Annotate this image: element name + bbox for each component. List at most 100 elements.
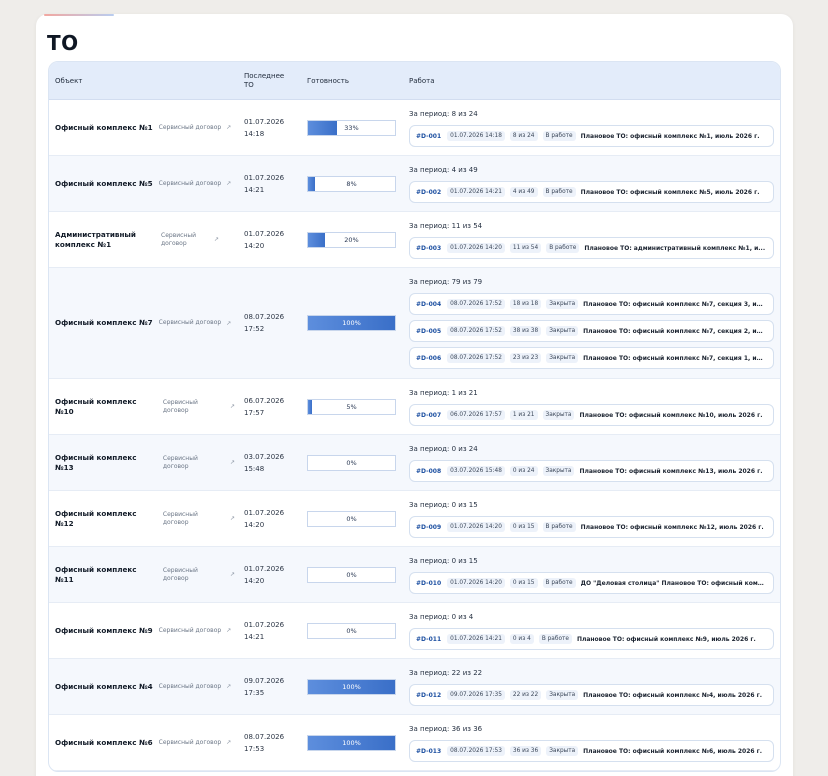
table-row[interactable]: Офисный комплекс №7 Сервисный договор ↗ 08.… <box>49 268 780 379</box>
contract-link[interactable]: Сервисный договор <box>159 319 222 327</box>
ticket-id[interactable]: #D-008 <box>416 468 441 475</box>
ticket-id[interactable]: #D-007 <box>416 412 441 419</box>
ticket-item[interactable]: #D-013 08.07.2026 17:53 36 из 36 Закрыта Пла… <box>409 740 774 762</box>
header-work[interactable]: Работа <box>409 62 434 100</box>
ticket-id[interactable]: #D-011 <box>416 636 441 643</box>
table-row[interactable]: Административный комплекс №1 Сервисный до… <box>49 212 780 268</box>
to-card: ТО Объект Последнее ТО Готовность Работа… <box>36 14 793 776</box>
ticket-id[interactable]: #D-013 <box>416 748 441 755</box>
external-link-icon[interactable]: ↗ <box>226 739 231 746</box>
contract-link[interactable]: Сервисный договор <box>163 399 225 415</box>
ticket-count: 1 из 21 <box>509 410 538 420</box>
object-name[interactable]: Офисный комплекс №11 <box>55 565 157 585</box>
ticket-item[interactable]: #D-010 01.07.2026 14:20 0 из 15 В работе ДО … <box>409 572 774 594</box>
contract-link[interactable]: Сервисный договор <box>159 739 222 747</box>
header-readiness[interactable]: Готовность <box>307 62 349 100</box>
ticket-title: Плановое ТО: офисный комплекс №5, июль 2… <box>580 188 760 196</box>
table-row[interactable]: Офисный комплекс №10 Сервисный договор ↗ 06… <box>49 379 780 435</box>
table-row[interactable]: Офисный комплекс №13 Сервисный договор ↗ 03… <box>49 435 780 491</box>
table-row[interactable]: Офисный комплекс №1 Сервисный договор ↗ 01.… <box>49 100 780 156</box>
object-cell: Офисный комплекс №6 Сервисный договор ↗ <box>55 715 235 770</box>
last-to-time: 17:53 <box>244 744 265 753</box>
ticket-item[interactable]: #D-009 01.07.2026 14:20 0 из 15 В работе Пла… <box>409 516 774 538</box>
external-link-icon[interactable]: ↗ <box>226 180 231 187</box>
external-link-icon[interactable]: ↗ <box>226 627 231 634</box>
last-to-date: 06.07.2026 <box>244 396 285 405</box>
ticket-count: 18 из 18 <box>509 299 542 309</box>
ticket-item[interactable]: #D-011 01.07.2026 14:21 0 из 4 В работе План… <box>409 628 774 650</box>
period-summary: За период: 8 из 24 <box>409 110 478 118</box>
table-row[interactable]: Офисный комплекс №5 Сервисный договор ↗ 01.… <box>49 156 780 212</box>
last-to-date: 09.07.2026 <box>244 676 285 685</box>
object-name[interactable]: Офисный комплекс №12 <box>55 509 157 529</box>
object-name[interactable]: Административный комплекс №1 <box>55 230 155 250</box>
object-cell: Офисный комплекс №7 Сервисный договор ↗ <box>55 268 235 378</box>
header-last-to[interactable]: Последнее ТО <box>244 62 284 100</box>
contract-link[interactable]: Сервисный договор <box>159 683 222 691</box>
ticket-title: Плановое ТО: офисный комплекс №13, июль … <box>579 467 763 475</box>
readiness-progress: 0% <box>307 454 396 471</box>
ticket-item[interactable]: #D-003 01.07.2026 14:20 11 из 54 В работе Пл… <box>409 237 774 259</box>
external-link-icon[interactable]: ↗ <box>230 571 235 578</box>
object-name[interactable]: Офисный комплекс №9 <box>55 626 153 636</box>
table-header: Объект Последнее ТО Готовность Работа <box>49 62 780 100</box>
ticket-count: 4 из 49 <box>509 187 538 197</box>
contract-link[interactable]: Сервисный договор <box>163 455 225 471</box>
object-name[interactable]: Офисный комплекс №13 <box>55 453 157 473</box>
ticket-date: 01.07.2026 14:21 <box>447 634 505 644</box>
ticket-id[interactable]: #D-001 <box>416 133 441 140</box>
external-link-icon[interactable]: ↗ <box>214 236 219 243</box>
ticket-item[interactable]: #D-002 01.07.2026 14:21 4 из 49 В работе Пла… <box>409 181 774 203</box>
ticket-id[interactable]: #D-012 <box>416 692 441 699</box>
contract-link[interactable]: Сервисный договор <box>159 627 222 635</box>
ticket-id[interactable]: #D-010 <box>416 580 441 587</box>
ticket-item[interactable]: #D-008 03.07.2026 15:48 0 из 24 Закрыта План… <box>409 460 774 482</box>
table-row[interactable]: Офисный комплекс №4 Сервисный договор ↗ 09.… <box>49 659 780 715</box>
object-name[interactable]: Офисный комплекс №7 <box>55 318 153 328</box>
contract-link[interactable]: Сервисный договор <box>161 232 209 248</box>
object-name[interactable]: Офисный комплекс №4 <box>55 682 153 692</box>
contract-link[interactable]: Сервисный договор <box>163 567 225 583</box>
readiness-progress: 0% <box>307 566 396 583</box>
external-link-icon[interactable]: ↗ <box>226 124 231 131</box>
ticket-item[interactable]: #D-012 09.07.2026 17:35 22 из 22 Закрыта Пла… <box>409 684 774 706</box>
object-cell: Офисный комплекс №13 Сервисный договор ↗ <box>55 435 235 490</box>
external-link-icon[interactable]: ↗ <box>230 459 235 466</box>
header-object[interactable]: Объект <box>55 62 82 100</box>
ticket-title: Плановое ТО: офисный комплекс №10, июль … <box>579 411 763 419</box>
last-to-time: 14:20 <box>244 576 265 585</box>
ticket-id[interactable]: #D-004 <box>416 301 441 308</box>
ticket-id[interactable]: #D-009 <box>416 524 441 531</box>
ticket-id[interactable]: #D-005 <box>416 328 441 335</box>
external-link-icon[interactable]: ↗ <box>226 683 231 690</box>
period-summary: За период: 0 из 15 <box>409 557 478 565</box>
contract-link[interactable]: Сервисный договор <box>163 511 225 527</box>
ticket-count: 38 из 38 <box>509 326 542 336</box>
object-name[interactable]: Офисный комплекс №5 <box>55 179 153 189</box>
table-row[interactable]: Офисный комплекс №12 Сервисный договор ↗ 01… <box>49 491 780 547</box>
contract-link[interactable]: Сервисный договор <box>159 180 222 188</box>
ticket-item[interactable]: #D-006 08.07.2026 17:52 23 из 23 Закрыта Пла… <box>409 347 774 369</box>
ticket-id[interactable]: #D-002 <box>416 189 441 196</box>
external-link-icon[interactable]: ↗ <box>230 403 235 410</box>
ticket-id[interactable]: #D-003 <box>416 245 441 252</box>
contract-link[interactable]: Сервисный договор <box>159 124 222 132</box>
object-name[interactable]: Офисный комплекс №6 <box>55 738 153 748</box>
external-link-icon[interactable]: ↗ <box>226 320 231 327</box>
object-name[interactable]: Офисный комплекс №1 <box>55 123 153 133</box>
external-link-icon[interactable]: ↗ <box>230 515 235 522</box>
ticket-item[interactable]: #D-004 08.07.2026 17:52 18 из 18 Закрыта Пла… <box>409 293 774 315</box>
readiness-progress: 5% <box>307 398 396 415</box>
table-row[interactable]: Офисный комплекс №9 Сервисный договор ↗ 01.… <box>49 603 780 659</box>
ticket-item[interactable]: #D-007 06.07.2026 17:57 1 из 21 Закрыта План… <box>409 404 774 426</box>
table-row[interactable]: Офисный комплекс №11 Сервисный договор ↗ 01… <box>49 547 780 603</box>
work-cell: За период: 0 из 4 #D-011 01.07.2026 14:21 0… <box>409 611 774 650</box>
object-cell: Офисный комплекс №12 Сервисный договор ↗ <box>55 491 235 546</box>
progress-label: 100% <box>342 682 361 691</box>
object-name[interactable]: Офисный комплекс №10 <box>55 397 157 417</box>
ticket-item[interactable]: #D-001 01.07.2026 14:18 8 из 24 В работе Пла… <box>409 125 774 147</box>
ticket-item[interactable]: #D-005 08.07.2026 17:52 38 из 38 Закрыта Пла… <box>409 320 774 342</box>
ticket-date: 09.07.2026 17:35 <box>447 690 505 700</box>
ticket-id[interactable]: #D-006 <box>416 355 441 362</box>
table-row[interactable]: Офисный комплекс №6 Сервисный договор ↗ 08.… <box>49 715 780 771</box>
